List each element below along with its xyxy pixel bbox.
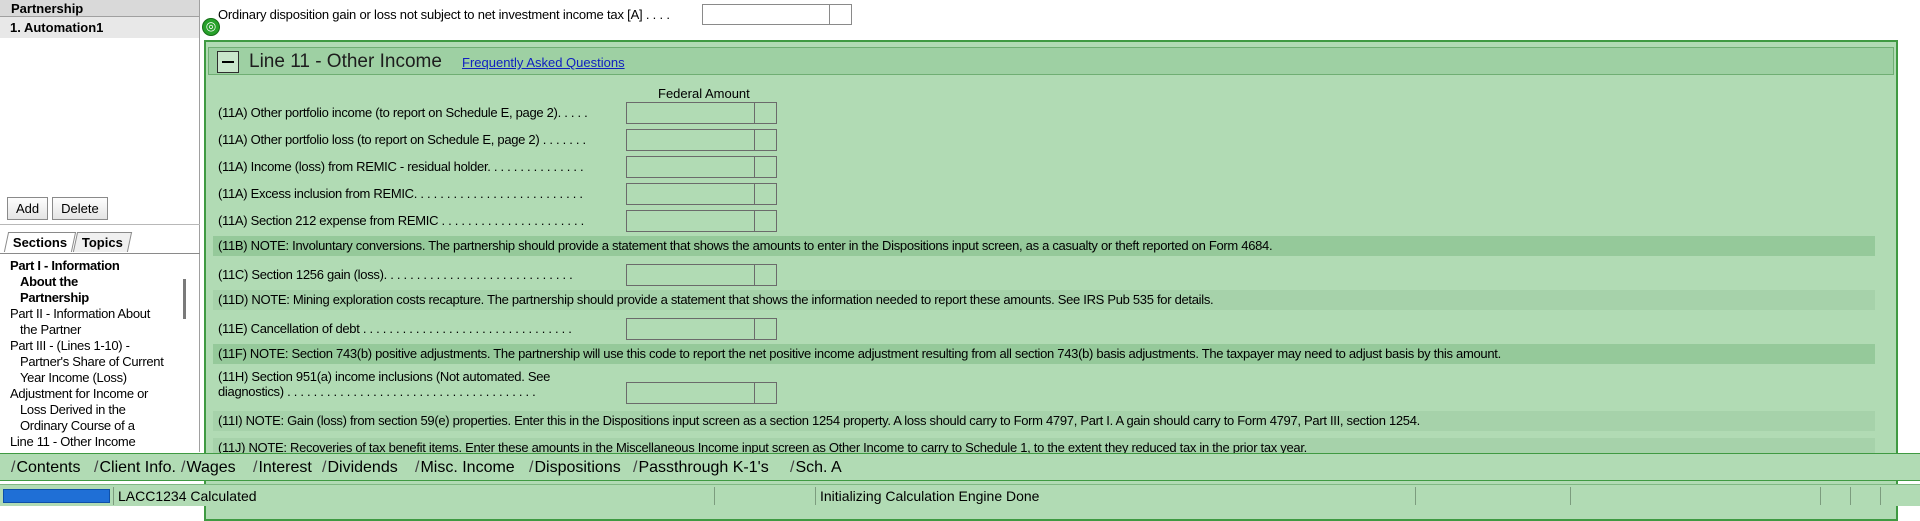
note-row: (11B) NOTE: Involuntary conversions. The… [213, 236, 1875, 256]
note-row: (11F) NOTE: Section 743(b) positive adju… [213, 344, 1875, 364]
federal-amount-field[interactable] [626, 382, 777, 404]
field-spin-button[interactable] [754, 103, 776, 123]
sections-list: Part I - Information About the Partnership… [0, 253, 200, 452]
field-label: (11A) Income (loss) from REMIC - residua… [218, 159, 584, 174]
bottom-tab[interactable]: Misc. Income [411, 457, 519, 479]
section-marker-icon[interactable]: ◎ [202, 18, 220, 36]
field-spin-button[interactable] [754, 157, 776, 177]
field-label: (11A) Section 212 expense from REMIC . .… [218, 213, 584, 228]
progress-bar [3, 489, 110, 503]
add-button[interactable]: Add [7, 197, 49, 220]
section-header: Line 11 - Other Income Frequently Asked … [208, 47, 1894, 75]
entity-list-item-selected[interactable]: 1. Automation1 [0, 17, 199, 38]
status-bar: LACC1234 Calculated Initializing Calcula… [0, 484, 1920, 506]
section-item[interactable]: Part III - (Lines 1-10) - Partner's Share… [0, 338, 178, 386]
entity-buttons: Add Delete [7, 197, 108, 220]
bottom-tab[interactable]: Client Info. [90, 457, 180, 479]
section-item[interactable]: Part II - Information About the Partner [0, 306, 178, 338]
note-row: (11I) NOTE: Gain (loss) from section 59(… [213, 411, 1875, 431]
status-return-id: LACC1234 Calculated [113, 487, 713, 505]
previous-field-row: Ordinary disposition gain or loss not su… [208, 0, 1898, 31]
entity-list-header: Partnership [0, 0, 199, 17]
status-cell-empty [1850, 487, 1880, 505]
status-cell-empty [1880, 487, 1918, 505]
column-header-federal-amount: Federal Amount [658, 86, 750, 101]
faq-link[interactable]: Frequently Asked Questions [462, 55, 625, 70]
bottom-tab[interactable]: Passthrough K-1's [629, 457, 773, 479]
field-label: (11E) Cancellation of debt . . . . . . .… [218, 321, 572, 336]
section-item[interactable]: Line 11 - Other Income [0, 434, 178, 450]
divider [0, 224, 200, 225]
bottom-tab[interactable]: Sch. A [786, 457, 846, 479]
bottom-tab-bar: ContentsClient Info.Wages InterestDividen… [0, 453, 1920, 481]
field-label: (11H) Section 951(a) income inclusions (… [218, 369, 551, 399]
status-cell-empty [1570, 487, 1820, 505]
field-spin-button[interactable] [754, 211, 776, 231]
federal-amount-field[interactable] [626, 102, 777, 124]
bottom-tab[interactable]: Interest [249, 457, 316, 479]
field-spin-button[interactable] [754, 319, 776, 339]
ordinary-disposition-field[interactable] [702, 4, 852, 25]
sections-topics-tabs: Sections Topics [3, 232, 133, 252]
bottom-tab[interactable]: Dispositions [525, 457, 625, 479]
field-label: (11A) Other portfolio loss (to report on… [218, 132, 586, 147]
left-panel: Partnership 1. Automation1 Add Delete Se… [0, 0, 200, 452]
bottom-tab[interactable]: Dividends [318, 457, 402, 479]
section-title: Line 11 - Other Income [249, 51, 442, 72]
bottom-tab[interactable]: Contents [7, 457, 85, 479]
federal-amount-field[interactable] [626, 156, 777, 178]
tab-sections[interactable]: Sections [3, 232, 77, 252]
tab-topics[interactable]: Topics [73, 232, 133, 252]
line-11-section: Line 11 - Other Income Frequently Asked … [204, 40, 1898, 521]
field-spin-button[interactable] [754, 383, 776, 403]
status-cell-empty [1820, 487, 1850, 505]
delete-button[interactable]: Delete [52, 197, 108, 220]
federal-amount-field[interactable] [626, 318, 777, 340]
field-spin-button[interactable] [754, 130, 776, 150]
federal-amount-field[interactable] [626, 210, 777, 232]
bottom-tab[interactable]: Wages [177, 457, 240, 479]
section-item[interactable]: Part I - Information About the Partnership [0, 258, 178, 306]
ordinary-disposition-label: Ordinary disposition gain or loss not su… [218, 7, 670, 22]
note-row: (11D) NOTE: Mining exploration costs rec… [213, 290, 1875, 310]
section-item[interactable]: Adjustment for Income or Loss Derived in … [0, 386, 178, 434]
sections-items: Part I - Information About the Partnership… [0, 258, 178, 450]
field-label: (11A) Other portfolio income (to report … [218, 105, 588, 120]
field-spin-button[interactable] [829, 5, 851, 24]
field-label: (11C) Section 1256 gain (loss). . . . . … [218, 267, 573, 282]
field-spin-button[interactable] [754, 184, 776, 204]
federal-amount-field[interactable] [626, 129, 777, 151]
status-cell-empty [1415, 487, 1570, 505]
section-continuation [0, 506, 1920, 521]
federal-amount-field[interactable] [626, 183, 777, 205]
field-label: (11A) Excess inclusion from REMIC. . . .… [218, 186, 583, 201]
field-spin-button[interactable] [754, 265, 776, 285]
sections-scrollbar-thumb[interactable] [183, 279, 186, 319]
status-cell-empty [714, 487, 814, 505]
collapse-minus-icon[interactable] [217, 51, 239, 73]
federal-amount-field[interactable] [626, 264, 777, 286]
status-message: Initializing Calculation Engine Done [815, 487, 1415, 505]
